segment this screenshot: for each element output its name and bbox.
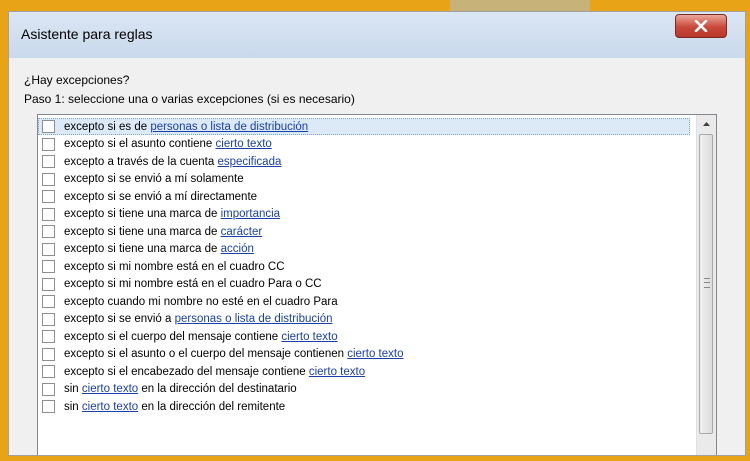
exception-parameter-link[interactable]: cierto texto	[309, 366, 365, 378]
exception-checkbox[interactable]	[42, 295, 55, 308]
exception-item[interactable]: excepto si mi nombre está en el cuadro P…	[38, 276, 690, 293]
exception-item[interactable]: excepto si se envió a mí directamente	[38, 188, 690, 205]
exception-text: en la dirección del destinatario	[138, 383, 297, 395]
exception-text: excepto si el asunto o el cuerpo del men…	[64, 348, 348, 360]
exception-text: excepto si el asunto contiene	[64, 138, 216, 150]
scroll-up-arrow-icon	[703, 122, 710, 126]
title-bar: Asistente para reglas	[9, 12, 745, 59]
exception-parameter-link[interactable]: personas o lista de distribución	[175, 313, 333, 325]
close-button[interactable]	[675, 14, 727, 38]
exception-checkbox[interactable]	[42, 137, 55, 151]
window-title: Asistente para reglas	[21, 26, 153, 42]
scroll-up-button[interactable]	[697, 115, 716, 133]
exception-parameter-link[interactable]: cierto texto	[82, 383, 138, 395]
exception-item[interactable]: sin cierto texto en la dirección del des…	[38, 381, 690, 398]
exception-checkbox[interactable]	[42, 155, 55, 168]
exception-parameter-link[interactable]: personas o lista de distribución	[150, 121, 308, 133]
exception-item[interactable]: excepto si el asunto o el cuerpo del men…	[38, 346, 690, 363]
exception-text: excepto si tiene una marca de	[64, 208, 221, 220]
exception-item[interactable]: excepto si tiene una marca de importanci…	[38, 206, 690, 223]
exception-text: en la dirección del remitente	[138, 400, 286, 413]
exception-item[interactable]: excepto si el encabezado del mensaje con…	[38, 363, 690, 380]
exception-item[interactable]: excepto si mi nombre está en el cuadro C…	[38, 258, 690, 275]
exception-text: excepto si tiene una marca de	[64, 243, 221, 255]
exception-parameter-link[interactable]: carácter	[221, 226, 263, 238]
exception-item[interactable]: excepto a través de la cuenta especifica…	[38, 153, 690, 170]
exception-parameter-link[interactable]: cierto texto	[82, 401, 138, 413]
exception-text: excepto cuando mi nombre no esté en el c…	[64, 295, 338, 308]
exception-item[interactable]: excepto si se envió a personas o lista d…	[38, 311, 690, 328]
exception-checkbox[interactable]	[42, 400, 55, 413]
exception-item[interactable]: excepto si tiene una marca de carácter	[38, 223, 690, 240]
exception-checkbox[interactable]	[42, 120, 55, 133]
exception-parameter-link[interactable]: acción	[221, 243, 254, 255]
exception-parameter-link[interactable]: cierto texto	[216, 138, 272, 150]
exception-checkbox[interactable]	[42, 312, 55, 326]
exception-text: excepto si mi nombre está en el cuadro P…	[64, 278, 322, 290]
step-instruction: Paso 1: seleccione una o varias excepcio…	[24, 92, 355, 106]
exception-text: excepto si tiene una marca de	[64, 225, 221, 238]
exception-checkbox[interactable]	[42, 347, 55, 361]
exception-checkbox[interactable]	[42, 277, 55, 291]
exception-checkbox[interactable]	[42, 260, 55, 273]
scroll-grip-icon	[704, 278, 710, 288]
exception-parameter-link[interactable]: importancia	[221, 208, 280, 220]
exceptions-list[interactable]: excepto si es de personas o lista de dis…	[37, 114, 717, 455]
exception-checkbox[interactable]	[42, 365, 55, 378]
exception-checkbox[interactable]	[42, 172, 55, 186]
dialog-body: ¿Hay excepciones? Paso 1: seleccione una…	[9, 58, 745, 455]
exception-text: excepto a través de la cuenta	[64, 155, 218, 168]
exception-checkbox[interactable]	[42, 225, 55, 238]
exceptions-question: ¿Hay excepciones?	[24, 73, 130, 87]
exception-text: excepto si el encabezado del mensaje con…	[64, 365, 309, 378]
exception-checkbox[interactable]	[42, 382, 55, 396]
exception-text: excepto si el cuerpo del mensaje contien…	[64, 330, 282, 343]
exception-parameter-link[interactable]: especificada	[217, 156, 281, 168]
exception-text: excepto si es de	[64, 120, 151, 133]
exception-text: excepto si mi nombre está en el cuadro C…	[64, 260, 285, 273]
exception-checkbox[interactable]	[42, 207, 55, 221]
exception-text: sin	[64, 400, 82, 413]
close-icon	[694, 20, 708, 32]
exception-text: sin	[64, 383, 82, 395]
exception-text: excepto si se envió a	[64, 313, 175, 325]
exception-item[interactable]: excepto si es de personas o lista de dis…	[38, 118, 690, 135]
exception-text: excepto si se envió a mí solamente	[64, 173, 244, 185]
exception-text: excepto si se envió a mí directamente	[64, 190, 258, 203]
exception-parameter-link[interactable]: cierto texto	[347, 348, 403, 360]
exception-checkbox[interactable]	[42, 190, 55, 203]
exception-checkbox[interactable]	[42, 242, 55, 256]
exception-checkbox[interactable]	[42, 330, 55, 343]
exception-item[interactable]: excepto si el cuerpo del mensaje contien…	[38, 328, 690, 345]
exception-parameter-link[interactable]: cierto texto	[281, 331, 337, 343]
rules-wizard-window: Asistente para reglas ¿Hay excepciones? …	[8, 11, 746, 456]
exception-item[interactable]: excepto si el asunto contiene cierto tex…	[38, 136, 690, 153]
exception-item[interactable]: excepto si tiene una marca de acción	[38, 241, 690, 258]
exception-item[interactable]: excepto si se envió a mí solamente	[38, 171, 690, 188]
vertical-scrollbar[interactable]	[696, 115, 716, 455]
scroll-thumb[interactable]	[699, 134, 713, 434]
exception-item[interactable]: excepto cuando mi nombre no esté en el c…	[38, 293, 690, 310]
exception-item[interactable]: sin cierto texto en la dirección del rem…	[38, 398, 690, 415]
